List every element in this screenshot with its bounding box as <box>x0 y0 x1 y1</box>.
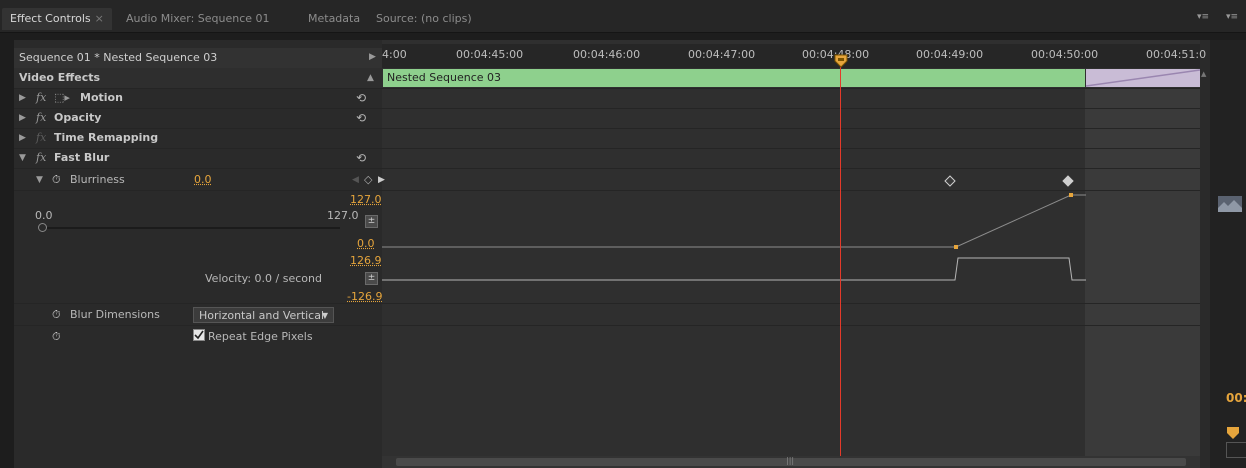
add-keyframe-icon[interactable]: ◇ <box>364 170 372 190</box>
transform-icon: ⬚▸ <box>54 91 70 104</box>
expand-triangle-icon[interactable]: ▶ <box>19 88 26 108</box>
blurriness-slider-thumb[interactable] <box>38 223 47 232</box>
reset-icon[interactable]: ⟲ <box>356 88 366 108</box>
ruler-tick: 00:04:45:00 <box>456 48 524 61</box>
scroll-up-icon[interactable]: ▲ <box>1201 70 1209 78</box>
chevron-down-icon: ▼ <box>321 311 328 320</box>
reset-icon[interactable]: ⟲ <box>356 108 366 128</box>
checkmark-icon <box>194 330 204 340</box>
collapse-icon[interactable]: ▲ <box>367 68 374 88</box>
timeline-mini-track[interactable] <box>1226 442 1246 458</box>
keyframe-graph[interactable] <box>382 170 1200 300</box>
adjacent-panel: 00: <box>1210 40 1246 468</box>
panel-tab-bar: Effect Controls × Audio Mixer: Sequence 0… <box>0 0 1246 33</box>
row-divider <box>14 303 1200 304</box>
ruler-tick: 00:04:47:00 <box>688 48 756 61</box>
tab-label: Effect Controls <box>10 12 91 25</box>
tab-effect-controls[interactable]: Effect Controls × <box>2 8 112 30</box>
velocity-graph-line <box>382 257 1086 281</box>
fx-icon[interactable]: fx <box>36 88 46 108</box>
blurriness-value[interactable]: 0.0 <box>194 170 212 190</box>
graph-min-value: 0.0 <box>357 237 375 250</box>
slider-max-value: 127.0 <box>327 209 359 222</box>
panel-menu-icon-right[interactable]: ▾≡ <box>1226 12 1238 22</box>
scroll-grip-icon: ||| <box>786 456 795 465</box>
ruler-tick: 4:00 <box>382 48 407 61</box>
clip-name: Nested Sequence 03 <box>387 71 502 84</box>
property-row-blurriness: ▼ ⏱ Blurriness 0.0 ◀ ◇ ▶ <box>14 170 385 190</box>
playhead-handle-icon[interactable] <box>1226 426 1240 440</box>
property-label: Blur Dimensions <box>70 308 160 321</box>
property-label: Blurriness <box>70 173 125 186</box>
row-divider <box>14 325 1200 326</box>
velocity-readout: Velocity: 0.0 / second <box>205 272 322 285</box>
keyframe-icon <box>944 175 956 187</box>
video-effects-title: Video Effects <box>19 71 101 84</box>
transition-region[interactable] <box>1085 69 1201 87</box>
horizontal-scrollbar[interactable]: ||| <box>382 456 1200 468</box>
ruler-tick: 00:04:49:00 <box>916 48 984 61</box>
graph-max-value: 127.0 <box>350 193 382 206</box>
graph-zoom-button[interactable]: ± <box>365 215 378 228</box>
tab-metadata[interactable]: Metadata <box>300 8 368 30</box>
value-keyframe-point <box>1069 193 1073 197</box>
panel-menu-icon[interactable]: ▾≡ <box>1197 12 1209 22</box>
expand-triangle-icon[interactable]: ▶ <box>19 108 26 128</box>
playhead-line[interactable] <box>840 62 841 462</box>
tab-source[interactable]: Source: (no clips) <box>368 8 480 30</box>
tab-label: Audio Mixer: Sequence 01 <box>126 12 270 25</box>
effect-name: Time Remapping <box>54 131 159 144</box>
stopwatch-icon[interactable]: ⏱ <box>52 327 61 347</box>
ruler-tick: 00:04:51:0 <box>1146 48 1207 61</box>
velocity-zoom-button[interactable]: ± <box>365 272 378 285</box>
reset-icon[interactable]: ⟲ <box>356 148 366 168</box>
clip-bar[interactable]: Nested Sequence 03 <box>383 69 1085 87</box>
timecode-readout: 00: <box>1226 391 1246 405</box>
repeat-edge-label: Repeat Edge Pixels <box>208 330 313 343</box>
tab-label: Source: (no clips) <box>376 12 472 25</box>
vertical-scrollbar[interactable]: ▲ <box>1200 68 1210 456</box>
fx-icon[interactable]: fx <box>36 148 46 168</box>
effect-name: Motion <box>80 91 123 104</box>
effect-name: Opacity <box>54 111 102 124</box>
repeat-edge-checkbox[interactable] <box>193 329 205 341</box>
dropdown-value: Horizontal and Vertical <box>199 309 325 322</box>
keyframe-icon <box>1062 175 1074 187</box>
collapse-triangle-icon[interactable]: ▼ <box>36 170 43 190</box>
fx-icon: fx <box>36 131 47 144</box>
effect-row-motion[interactable]: ▶ fx ⬚▸ Motion ⟲ <box>14 88 382 108</box>
thumbnail-image <box>1218 196 1242 212</box>
playhead-handle-icon[interactable] <box>834 54 848 68</box>
sequence-label: Sequence 01 * Nested Sequence 03 <box>19 51 218 64</box>
previous-keyframe-icon[interactable]: ◀ <box>352 170 359 190</box>
row-divider <box>14 168 1200 169</box>
velocity-min-value: -126.9 <box>347 290 383 303</box>
tab-audio-mixer[interactable]: Audio Mixer: Sequence 01 <box>118 8 278 30</box>
transition-diagonal-icon <box>1085 69 1201 87</box>
effect-row-fast-blur[interactable]: ▼ fx Fast Blur ⟲ <box>14 148 382 168</box>
effect-row-time-remapping[interactable]: ▶ fx Time Remapping <box>14 128 382 148</box>
tab-label: Metadata <box>308 12 361 25</box>
close-icon[interactable]: × <box>95 12 104 25</box>
sequence-header: Sequence 01 * Nested Sequence 03 ▶ <box>14 48 382 68</box>
slider-min-value: 0.0 <box>35 209 53 222</box>
effect-row-opacity[interactable]: ▶ fx Opacity ⟲ <box>14 108 382 128</box>
collapse-triangle-icon[interactable]: ▼ <box>19 148 26 168</box>
blur-dimensions-dropdown[interactable]: Horizontal and Vertical ▼ <box>193 307 334 323</box>
value-graph-line <box>382 194 1086 248</box>
value-keyframe-point <box>954 245 958 249</box>
ruler-tick: 00:04:46:00 <box>573 48 641 61</box>
stopwatch-icon[interactable]: ⏱ <box>52 170 61 190</box>
video-effects-header: Video Effects ▲ <box>14 68 382 88</box>
expand-timeline-icon[interactable]: ▶ <box>369 52 376 62</box>
ruler-tick: 00:04:50:00 <box>1031 48 1099 61</box>
expand-triangle-icon[interactable]: ▶ <box>19 128 26 148</box>
effect-name: Fast Blur <box>54 151 110 164</box>
velocity-max-value: 126.9 <box>350 254 382 267</box>
keyframe-markers[interactable] <box>944 175 1074 187</box>
blurriness-slider-track[interactable] <box>40 227 340 229</box>
fx-icon[interactable]: fx <box>36 108 46 128</box>
stopwatch-icon[interactable]: ⏱ <box>52 305 61 325</box>
